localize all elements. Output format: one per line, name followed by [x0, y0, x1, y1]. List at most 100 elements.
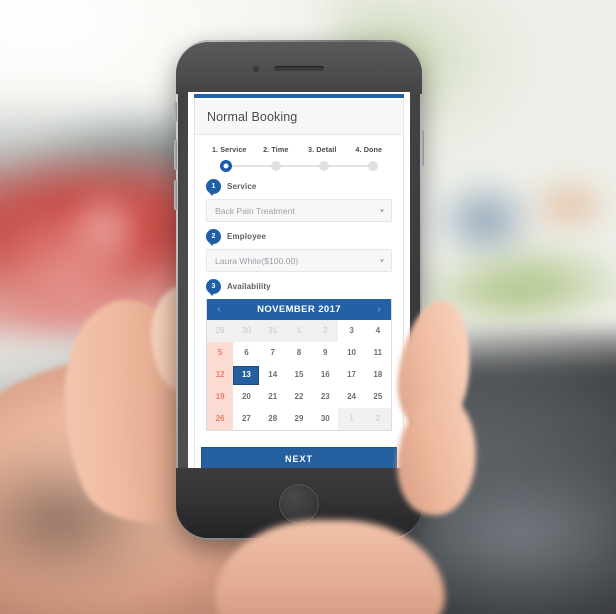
power-button[interactable] — [421, 130, 424, 166]
step-progress: 1. Service 2. Time 3. Detail 4. Done — [206, 145, 392, 172]
booking-card-header: Normal Booking — [195, 99, 403, 135]
calendar-day-number: 29 — [294, 414, 304, 423]
employee-select[interactable]: Laura White($100.00) — [206, 249, 392, 272]
volume-down-button[interactable] — [174, 180, 177, 210]
phone-screen: Normal Booking 1. Service 2. Time 3. Det… — [188, 92, 410, 488]
step-dot-time[interactable] — [270, 161, 281, 171]
calendar-day[interactable]: 24 — [338, 386, 365, 408]
calendar-day-number: 7 — [270, 348, 275, 357]
calendar-day[interactable]: 6 — [233, 342, 260, 364]
step-dot-detail[interactable] — [319, 161, 330, 171]
calendar-day-number: 10 — [347, 348, 357, 357]
calendar-day-number: 28 — [268, 414, 278, 423]
phone-top-bezel — [176, 42, 422, 94]
calendar-day[interactable]: 22 — [285, 386, 313, 408]
calendar-day[interactable]: 23 — [312, 386, 339, 408]
booking-card: Normal Booking 1. Service 2. Time 3. Det… — [194, 99, 404, 479]
calendar-day[interactable]: 19 — [207, 386, 234, 408]
section-title-employee: Employee — [227, 232, 266, 241]
chevron-down-icon — [380, 209, 384, 212]
step-label-row: 1. Service 2. Time 3. Detail 4. Done — [206, 145, 392, 154]
calendar-day-selected[interactable]: 13 — [233, 364, 260, 386]
step-label-detail[interactable]: 3. Detail — [299, 145, 346, 154]
calendar-day: 30 — [233, 320, 260, 342]
calendar-day[interactable]: 7 — [259, 342, 286, 364]
step-dot-row — [220, 160, 378, 172]
calendar-day-number: 22 — [294, 392, 304, 401]
calendar-grid: 29 30 31 1 2 3 4 5 6 7 8 9 10 11 12 13 14 15 16 17 18 19 20 21 2… — [207, 320, 391, 430]
calendar-header: ‹ NOVEMBER 2017 › — [207, 299, 391, 320]
step-dot-service[interactable] — [220, 160, 232, 172]
calendar-day-number: 30 — [241, 326, 251, 335]
calendar-day[interactable]: 28 — [259, 408, 286, 430]
background-bokeh-b — [60, 185, 150, 270]
calendar-day-number: 15 — [294, 370, 304, 379]
step-label-time[interactable]: 2. Time — [253, 145, 300, 154]
page-title: Normal Booking — [207, 110, 298, 124]
booking-card-body: 1. Service 2. Time 3. Detail 4. Done 1 S… — [195, 135, 403, 441]
calendar-day[interactable]: 21 — [259, 386, 286, 408]
section-header-availability: 3 Availability — [206, 279, 392, 296]
calendar-day-number: 4 — [375, 326, 381, 335]
calendar-day-number: 20 — [241, 392, 251, 401]
calendar-day-number: 13 — [233, 365, 260, 385]
step-dot-done[interactable] — [367, 161, 378, 171]
calendar-day[interactable]: 29 — [285, 408, 313, 430]
chevron-down-icon — [380, 259, 384, 262]
calendar-day-number: 21 — [268, 392, 278, 401]
calendar-day[interactable]: 9 — [312, 342, 339, 364]
calendar-day-number: 29 — [215, 326, 225, 335]
calendar-day[interactable]: 20 — [233, 386, 260, 408]
calendar-day[interactable]: 12 — [207, 364, 234, 386]
calendar-day-number: 12 — [215, 370, 225, 379]
calendar-day-number: 14 — [268, 370, 278, 379]
step-label-done[interactable]: 4. Done — [346, 145, 393, 154]
calendar-day-number: 31 — [268, 326, 278, 335]
calendar-day[interactable]: 15 — [285, 364, 313, 386]
calendar-day: 2 — [312, 320, 339, 342]
step-track — [220, 160, 378, 172]
calendar-day-number: 19 — [215, 392, 225, 401]
smartphone-device: Normal Booking 1. Service 2. Time 3. Det… — [174, 40, 424, 540]
calendar-day[interactable]: 3 — [338, 320, 365, 342]
calendar-day[interactable]: 8 — [285, 342, 313, 364]
calendar-day[interactable]: 25 — [364, 386, 391, 408]
section-title-service: Service — [227, 182, 257, 191]
calendar-day[interactable]: 4 — [364, 320, 391, 342]
scene: Normal Booking 1. Service 2. Time 3. Det… — [0, 0, 616, 614]
calendar-day-number: 30 — [320, 414, 330, 423]
calendar-day-number: 25 — [373, 392, 383, 401]
step-badge-2: 2 — [206, 229, 221, 246]
calendar-next-month-icon[interactable]: › — [367, 304, 391, 315]
calendar-day: 1 — [285, 320, 313, 342]
calendar-day-number: 27 — [241, 414, 251, 423]
calendar-day[interactable]: 10 — [338, 342, 365, 364]
step-badge-1: 1 — [206, 179, 221, 196]
calendar-prev-month-icon[interactable]: ‹ — [207, 304, 231, 315]
calendar-day[interactable]: 26 — [207, 408, 234, 430]
step-label-service[interactable]: 1. Service — [206, 145, 253, 154]
app-accent-line — [194, 94, 404, 98]
volume-up-button[interactable] — [174, 140, 177, 170]
employee-select-value: Laura White($100.00) — [215, 255, 299, 266]
calendar-day[interactable]: 11 — [364, 342, 391, 364]
calendar-day: 31 — [259, 320, 286, 342]
availability-calendar: ‹ NOVEMBER 2017 › 29 30 31 1 2 3 4 5 6 7 8 9 10 11 12 1… — [206, 299, 392, 431]
calendar-day[interactable]: 14 — [259, 364, 286, 386]
calendar-day[interactable]: 5 — [207, 342, 234, 364]
calendar-day-number: 9 — [323, 348, 328, 357]
calendar-day[interactable]: 16 — [312, 364, 339, 386]
service-select[interactable]: Back Pain Treatment — [206, 199, 392, 222]
calendar-day[interactable]: 18 — [364, 364, 391, 386]
calendar-day-number: 6 — [244, 348, 249, 357]
calendar-day-number: 24 — [347, 392, 357, 401]
calendar-day-number: 2 — [375, 414, 381, 423]
calendar-day[interactable]: 17 — [338, 364, 365, 386]
silent-switch[interactable] — [174, 102, 177, 122]
calendar-day: 1 — [338, 408, 365, 430]
calendar-day[interactable]: 27 — [233, 408, 260, 430]
calendar-day-number: 18 — [373, 370, 383, 379]
calendar-day-number: 8 — [296, 348, 302, 357]
home-button[interactable] — [279, 484, 319, 524]
calendar-day[interactable]: 30 — [312, 408, 339, 430]
